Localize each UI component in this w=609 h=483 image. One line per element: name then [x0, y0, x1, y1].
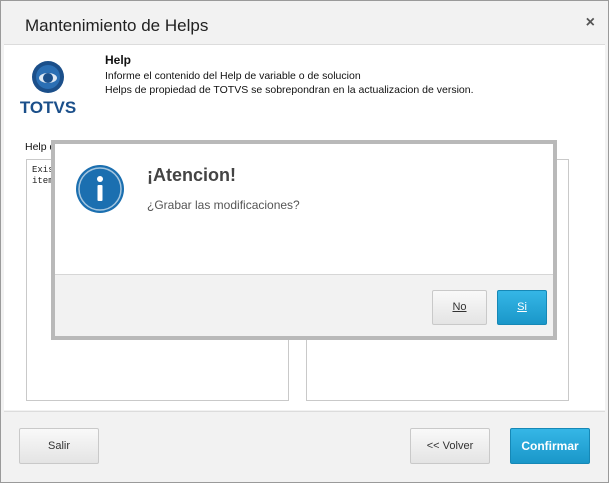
- info-icon: [76, 165, 124, 213]
- si-button[interactable]: Si: [497, 290, 547, 325]
- confirmar-button[interactable]: Confirmar: [510, 428, 590, 464]
- no-button[interactable]: No: [432, 290, 487, 325]
- dialog-title: ¡Atencion!: [147, 165, 236, 185]
- dialog-message: ¿Grabar las modificaciones?: [147, 198, 300, 212]
- dialog-body: ¡Atencion! ¿Grabar las modificaciones?: [55, 144, 553, 275]
- title-bar: Mantenimiento de Helps ×: [4, 4, 605, 45]
- description-line-2: Helps de propiedad de TOTVS se sobrepond…: [105, 84, 474, 96]
- help-heading: Help: [105, 53, 132, 67]
- salir-button[interactable]: Salir: [19, 428, 99, 464]
- confirm-dialog: ¡Atencion! ¿Grabar las modificaciones? N…: [51, 140, 557, 340]
- footer-bar: Salir << Volver Confirmar: [4, 411, 605, 480]
- logo-text: TOTVS: [20, 98, 76, 115]
- totvs-logo: TOTVS: [20, 61, 76, 115]
- description-line-1: Informe el contenido del Help de variabl…: [105, 70, 361, 82]
- dialog-footer: No Si: [55, 275, 553, 336]
- volver-button[interactable]: << Volver: [410, 428, 490, 464]
- close-icon[interactable]: ×: [586, 14, 595, 32]
- window-title: Mantenimiento de Helps: [25, 16, 209, 35]
